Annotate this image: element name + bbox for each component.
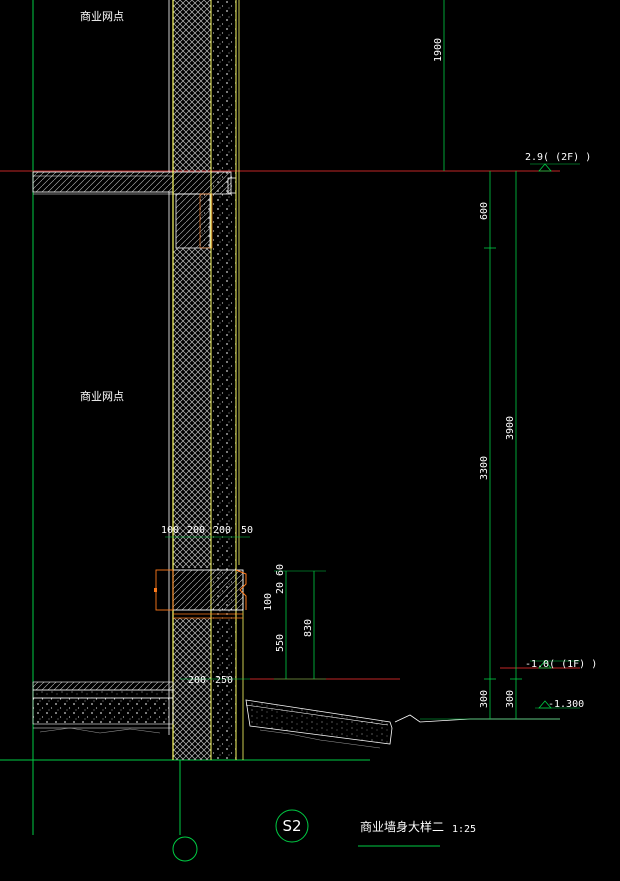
room-label-lower: 商业网点 [80, 389, 124, 403]
wall-layers [168, 0, 244, 760]
wall-dim-200-b: 200 [213, 525, 231, 536]
room-label-upper: 商业网点 [80, 9, 124, 23]
base-dim-550: 550 [275, 634, 286, 652]
dim-300-b: 300 [505, 690, 516, 708]
base-dim-830: 830 [303, 619, 314, 637]
wall-dim-200-a: 200 [187, 525, 205, 536]
level-markers [530, 163, 580, 709]
upper-floor-slab [32, 171, 237, 249]
level-lines [0, 170, 580, 680]
level-2f: 2.9( (2F) ) [525, 152, 591, 163]
drawing-scale: 1:25 [452, 824, 476, 835]
base-dim-250: 250 [215, 675, 233, 686]
dim-300-a: 300 [479, 690, 490, 708]
base-dim-100: 100 [263, 593, 274, 611]
base-dim-200: 200 [188, 675, 206, 686]
level-1f: -1.0( (1F) ) [525, 659, 597, 670]
level-ground: -1.300 [548, 699, 584, 710]
drawing-title: 商业墙身大样二 [360, 819, 444, 834]
base-dim-60: 60 [275, 564, 286, 576]
wall-dim-100: 100 [161, 525, 179, 536]
axis-bubble [172, 836, 198, 862]
dim-600: 600 [479, 202, 490, 220]
dim-3300: 3300 [479, 456, 490, 480]
wall-dim-50: 50 [241, 525, 253, 536]
base-dim-20: 20 [275, 582, 286, 594]
ground-floor-buildup [32, 681, 174, 734]
dim-1900: 1900 [433, 38, 444, 62]
detail-mark: S2 [282, 817, 301, 835]
dim-3900: 3900 [505, 416, 516, 440]
wall-section-drawing: 商业网点 商业网点 1900 600 3300 3900 300 300 2.9… [0, 0, 597, 862]
